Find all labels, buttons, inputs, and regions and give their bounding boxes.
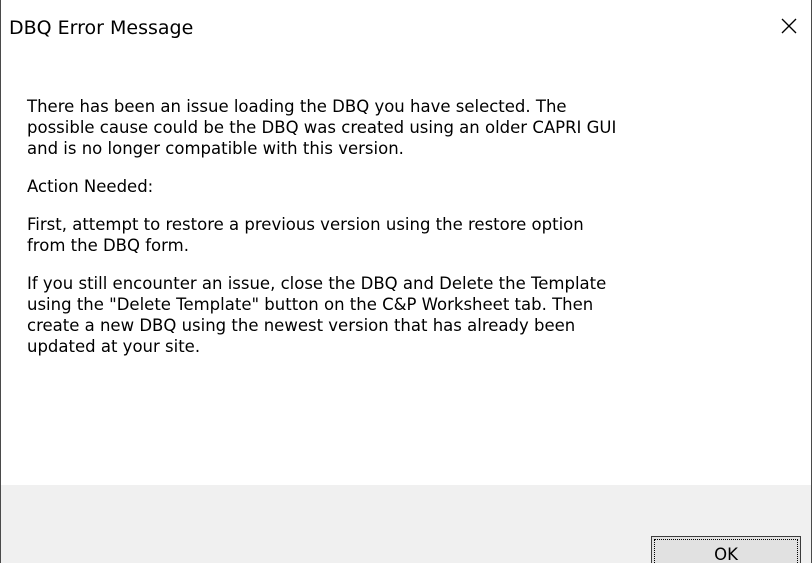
- close-button[interactable]: [767, 6, 811, 46]
- title-bar[interactable]: DBQ Error Message: [1, 0, 811, 60]
- message-paragraph-delete-template: If you still encounter an issue, close t…: [27, 274, 607, 356]
- dbq-error-dialog: DBQ Error Message There has been an issu…: [0, 0, 812, 563]
- message-paragraph-restore: First, attempt to restore a previous ver…: [27, 215, 584, 255]
- message-paragraph-issue: There has been an issue loading the DBQ …: [27, 97, 617, 158]
- ok-button-label: OK: [654, 539, 798, 563]
- ok-button[interactable]: OK: [651, 536, 801, 563]
- message-paragraph-action-heading: Action Needed:: [27, 177, 154, 196]
- button-bar: OK: [1, 485, 811, 563]
- close-icon: [781, 18, 797, 34]
- window-title: DBQ Error Message: [9, 17, 194, 39]
- message-body: There has been an issue loading the DBQ …: [27, 96, 797, 456]
